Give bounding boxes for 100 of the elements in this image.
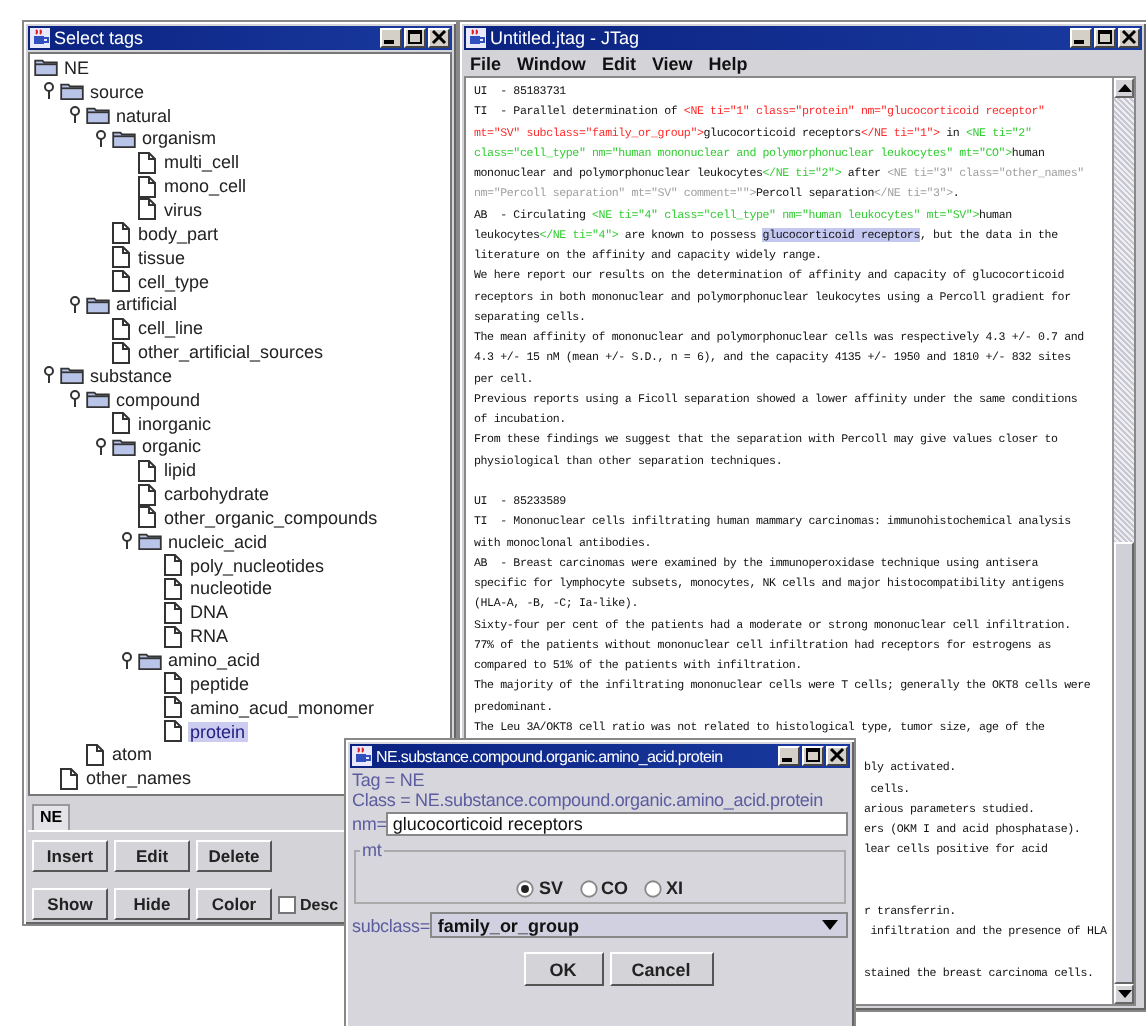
tree-handle-icon[interactable]: [68, 390, 82, 409]
tree-item[interactable]: peptide: [188, 673, 252, 694]
tree-item[interactable]: other_names: [84, 768, 194, 789]
tree-item[interactable]: body_part: [136, 223, 221, 244]
tree-item[interactable]: NE: [62, 57, 92, 78]
document-icon: [112, 341, 130, 364]
action-button[interactable]: Insert: [32, 840, 108, 872]
document-icon: [138, 506, 156, 529]
scroll-down-button[interactable]: [1114, 984, 1134, 1004]
scrollbar[interactable]: [1112, 78, 1134, 1004]
document-icon: [60, 767, 78, 790]
subclass-label: subclass=: [352, 915, 430, 935]
tree-handle-icon[interactable]: [42, 82, 56, 101]
tab[interactable]: NE: [32, 804, 71, 830]
tree-handle-icon[interactable]: [68, 106, 82, 125]
document-icon: [112, 412, 130, 435]
nm-field[interactable]: glucocorticoid receptors: [386, 812, 848, 836]
radio-icon: [516, 879, 535, 897]
tree-item[interactable]: source: [88, 81, 147, 102]
action-button[interactable]: Edit: [114, 840, 190, 872]
tree-item[interactable]: compound: [114, 389, 203, 410]
menu-item[interactable]: Edit: [601, 53, 636, 73]
checkbox[interactable]: [278, 895, 296, 913]
tree-item[interactable]: amino_acud_monomer: [188, 697, 377, 718]
menu-item[interactable]: Help: [708, 53, 748, 73]
menu-item[interactable]: Window: [517, 53, 586, 73]
action-button[interactable]: Delete: [196, 840, 272, 872]
tree-item[interactable]: substance: [88, 365, 175, 386]
document-icon: [112, 270, 130, 293]
folder-icon: [86, 390, 110, 409]
radio-button[interactable]: CO: [579, 878, 628, 898]
document-icon: [164, 554, 182, 577]
window-title: Untitled.jtag - JTag: [490, 28, 642, 48]
caret-icon: [822, 920, 838, 930]
tree-item[interactable]: other_artificial_sources: [136, 342, 326, 363]
document-icon: [164, 577, 182, 600]
tree-item[interactable]: cell_line: [136, 318, 206, 339]
close-button[interactable]: [428, 28, 450, 48]
close-button[interactable]: [826, 746, 848, 766]
tree-item[interactable]: virus: [162, 199, 205, 220]
minimize-button[interactable]: [778, 746, 800, 766]
radio-icon: [579, 879, 597, 897]
scroll-up-button[interactable]: [1114, 78, 1134, 98]
document-icon: [164, 601, 182, 624]
tree-item[interactable]: other_organic_compounds: [162, 507, 380, 528]
tree-item[interactable]: poly_nucleotides: [188, 555, 327, 576]
class-label: Class = NE.substance.compound.organic.amino_acid.protein: [352, 790, 825, 810]
scrollbar-thumb[interactable]: [1114, 542, 1134, 984]
tree-item[interactable]: atom: [110, 744, 155, 765]
folder-icon: [60, 366, 84, 385]
document-icon: [112, 246, 130, 269]
maximize-button[interactable]: [1094, 28, 1116, 48]
tree-item[interactable]: artificial: [114, 294, 180, 315]
tree-item[interactable]: organic: [140, 436, 204, 457]
tree-item[interactable]: mono_cell: [162, 176, 249, 197]
tree-item[interactable]: organism: [140, 128, 219, 149]
tree-item[interactable]: tissue: [136, 247, 188, 268]
tree-item[interactable]: inorganic: [136, 413, 214, 434]
maximize-button[interactable]: [802, 746, 824, 766]
down-arrow-icon: [1117, 990, 1131, 998]
action-button[interactable]: Hide: [114, 888, 190, 920]
coffee-cup-icon: [30, 28, 50, 48]
document-icon: [164, 672, 182, 695]
tree-item[interactable]: nucleotide: [188, 578, 275, 599]
tree-handle-icon[interactable]: [120, 532, 134, 551]
folder-icon: [112, 129, 136, 148]
tree-item[interactable]: lipid: [162, 460, 199, 481]
menu-item[interactable]: View: [651, 53, 693, 73]
tree-handle-icon[interactable]: [42, 366, 56, 385]
tree-item[interactable]: DNA: [188, 602, 231, 623]
tree-item[interactable]: nucleic_acid: [166, 531, 270, 552]
radio-button[interactable]: SV: [516, 878, 563, 898]
menu-item[interactable]: File: [470, 53, 502, 73]
dialog-button[interactable]: Cancel: [609, 952, 713, 986]
tree-handle-icon[interactable]: [120, 651, 134, 670]
dialog-button[interactable]: OK: [523, 952, 603, 986]
close-button[interactable]: [1118, 28, 1140, 48]
tree-item[interactable]: multi_cell: [162, 152, 242, 173]
document-icon: [138, 459, 156, 482]
action-button[interactable]: Color: [196, 888, 272, 920]
tree-item[interactable]: carbohydrate: [162, 484, 272, 505]
coffee-cup-icon: [466, 28, 486, 48]
action-button[interactable]: Show: [32, 888, 108, 920]
tree-handle-icon[interactable]: [68, 295, 82, 314]
tree-item[interactable]: cell_type: [136, 271, 212, 292]
tree-item[interactable]: RNA: [188, 626, 231, 647]
tree-handle-icon[interactable]: [94, 129, 108, 148]
subclass-dropdown[interactable]: family_or_group: [429, 912, 848, 938]
tree-item[interactable]: natural: [114, 105, 174, 126]
document-icon: [138, 175, 156, 198]
checkbox-label: Desc: [300, 895, 339, 913]
tree-item[interactable]: protein: [188, 721, 248, 742]
tree-item[interactable]: amino_acid: [166, 650, 263, 671]
minimize-button[interactable]: [1070, 28, 1092, 48]
tree-handle-icon[interactable]: [94, 437, 108, 456]
maximize-button[interactable]: [404, 28, 426, 48]
minimize-button[interactable]: [380, 28, 402, 48]
folder-icon: [34, 58, 58, 77]
document-icon: [164, 696, 182, 719]
radio-button[interactable]: XI: [644, 878, 684, 898]
